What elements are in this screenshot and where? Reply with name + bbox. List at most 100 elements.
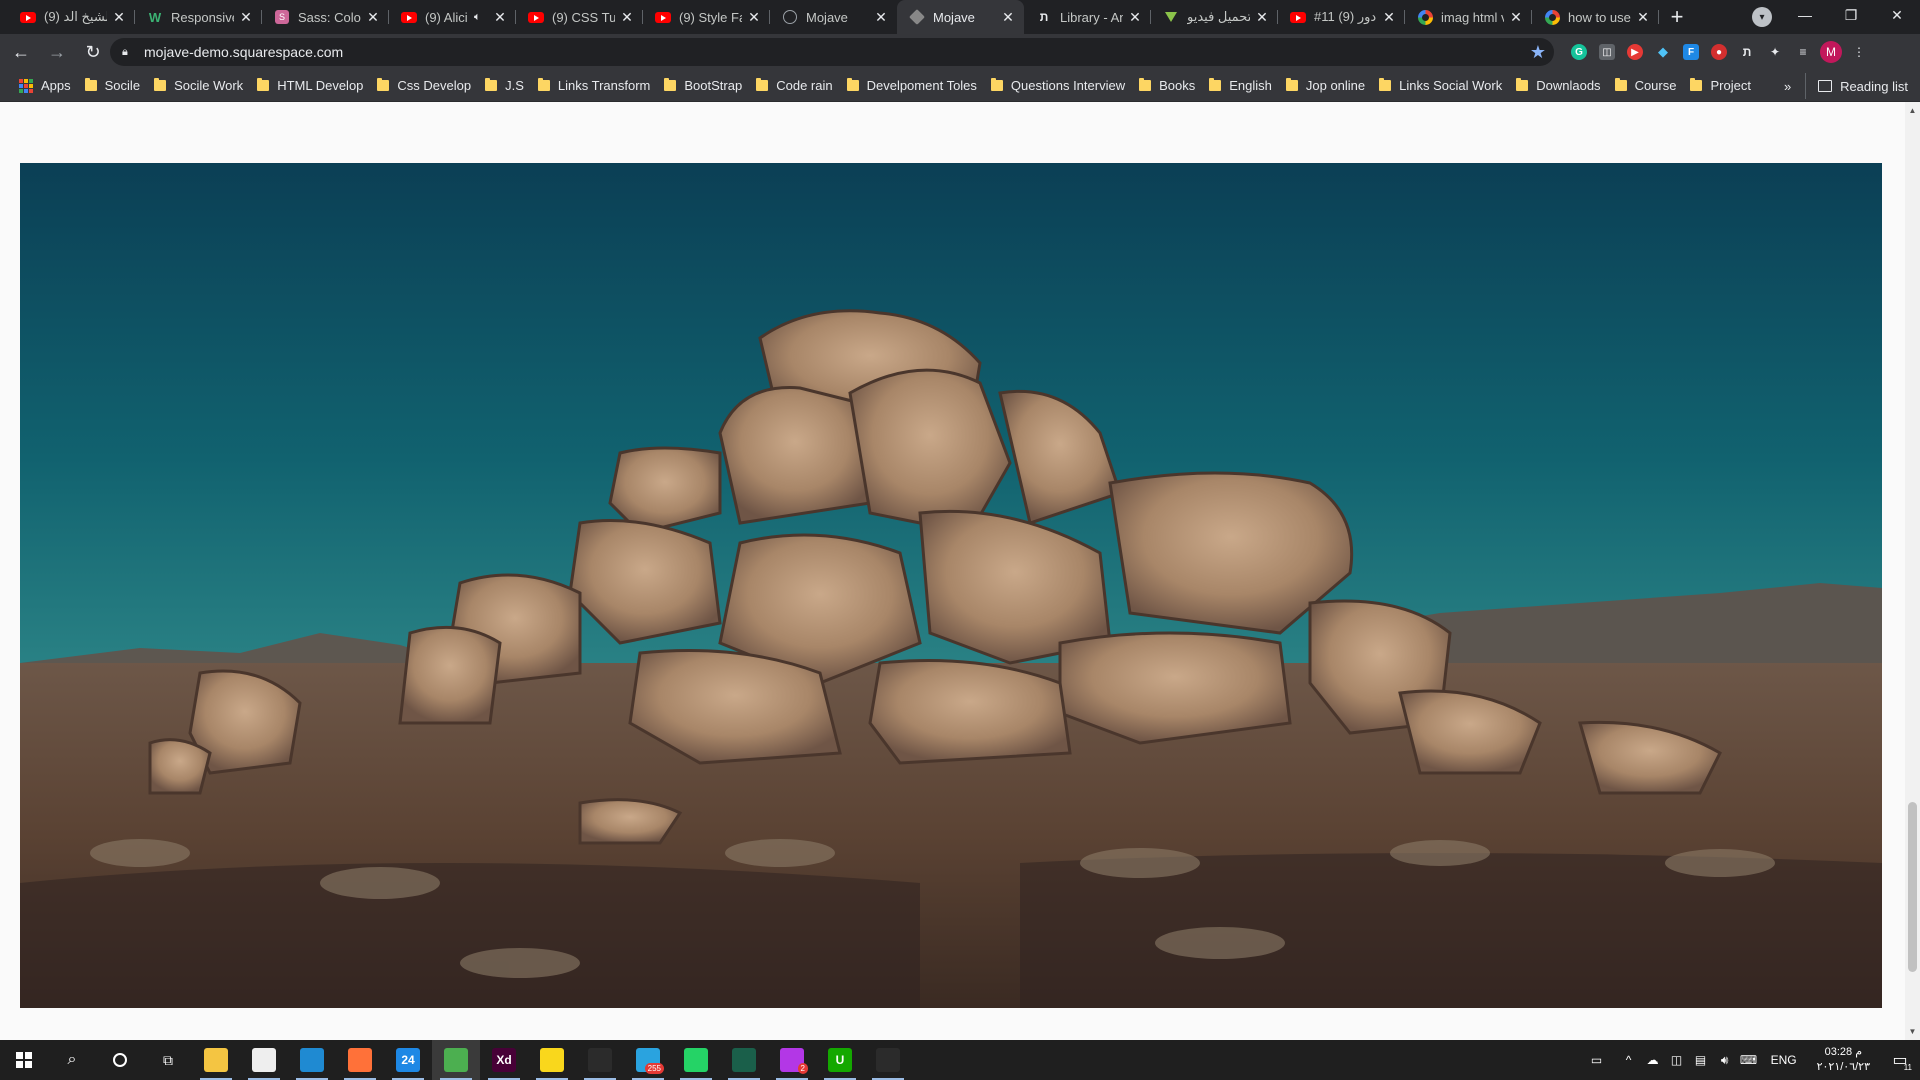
browser-tab[interactable]: S Sass: Colors✕ (262, 0, 389, 34)
tab-close-icon[interactable]: ✕ (1127, 9, 1143, 25)
browser-tab[interactable]: Mojave ✕ (770, 0, 897, 34)
taskbar-app-messenger[interactable]: 2 (768, 1040, 816, 1080)
bookmark-folder[interactable]: Socile Work (147, 73, 250, 99)
bookmark-folder[interactable]: Jop online (1279, 73, 1372, 99)
taskbar-app-file-explorer[interactable] (192, 1040, 240, 1080)
tab-close-icon[interactable]: ✕ (365, 9, 381, 25)
browser-tab[interactable]: (9) الشيخ الد ✕ (8, 0, 135, 34)
extension-diamond-icon[interactable]: ◆ (1652, 41, 1674, 63)
taskbar-app-vscode[interactable] (288, 1040, 336, 1080)
bookmark-folder[interactable]: HTML Develop (250, 73, 370, 99)
bookmark-folder[interactable]: Books (1132, 73, 1202, 99)
keyboard-layout-icon[interactable]: ▭ (1577, 1040, 1617, 1080)
tab-close-icon[interactable]: ✕ (238, 9, 254, 25)
back-button[interactable]: ← (6, 37, 36, 67)
browser-tab[interactable]: (9) Style Far✕ (643, 0, 770, 34)
notion-extension-icon[interactable]: ת (1736, 41, 1758, 63)
task-view-button[interactable]: ⧉ (144, 1040, 192, 1080)
volume-icon[interactable]: 🔊︎ (1713, 1040, 1737, 1080)
browser-tab[interactable]: (9) CSS Tuto✕ (516, 0, 643, 34)
bookmark-folder[interactable]: Css Develop (370, 73, 478, 99)
bookmark-folder[interactable]: Links Social Work (1372, 73, 1509, 99)
onedrive-icon[interactable]: ☁ (1641, 1040, 1665, 1080)
browser-tab[interactable]: #11 (9) دور ✕ (1278, 0, 1405, 34)
extension-play-icon[interactable]: ▶ (1624, 41, 1646, 63)
network-icon[interactable]: ▤ (1689, 1040, 1713, 1080)
taskbar-app-firefox[interactable] (336, 1040, 384, 1080)
page-scrollbar[interactable]: ▲ ▼ (1905, 102, 1920, 1040)
bookmark-folder[interactable]: J.S (478, 73, 531, 99)
tab-close-icon[interactable]: ✕ (492, 9, 508, 25)
show-hidden-icons-icon[interactable]: ^ (1617, 1040, 1641, 1080)
bookmark-folder[interactable]: Questions Interview (984, 73, 1132, 99)
taskbar-app-app-24[interactable]: 24 (384, 1040, 432, 1080)
touch-keyboard-icon[interactable]: ⌨ (1737, 1040, 1761, 1080)
bookmark-folder[interactable]: BootStrap (657, 73, 749, 99)
search-button[interactable]: ⌕ (48, 1040, 96, 1080)
bookmark-folder[interactable]: Develpoment Toles (840, 73, 984, 99)
meet-now-icon[interactable]: ◫ (1665, 1040, 1689, 1080)
extension-red-icon[interactable]: ● (1708, 41, 1730, 63)
start-button[interactable] (0, 1040, 48, 1080)
apps-shortcut[interactable]: Apps (12, 73, 78, 99)
chrome-menu-icon[interactable]: ⋮ (1848, 41, 1870, 63)
grammarly-icon[interactable]: G (1568, 41, 1590, 63)
language-indicator[interactable]: ENG (1761, 1053, 1807, 1067)
tab-close-icon[interactable]: ✕ (1000, 9, 1016, 25)
new-tab-button[interactable]: + (1663, 3, 1691, 31)
browser-tab[interactable]: (9) Alici 🔈︎ ✕ (389, 0, 516, 34)
bookmark-folder[interactable]: Links Transform (531, 73, 657, 99)
tab-close-icon[interactable]: ✕ (873, 9, 889, 25)
profile-avatar[interactable]: M (1820, 41, 1842, 63)
extension-cc-icon[interactable]: ◫ (1596, 41, 1618, 63)
browser-tab[interactable]: how to use ✕ (1532, 0, 1659, 34)
bookmark-folder[interactable]: Project (1683, 73, 1757, 99)
bookmarks-overflow-button[interactable]: » (1784, 73, 1791, 99)
tab-close-icon[interactable]: ✕ (619, 9, 635, 25)
taskbar-app-sticky-notes[interactable] (528, 1040, 576, 1080)
taskbar-app-app-shield[interactable] (720, 1040, 768, 1080)
bookmark-folder[interactable]: English (1202, 73, 1279, 99)
cortana-button[interactable] (96, 1040, 144, 1080)
tab-close-icon[interactable]: ✕ (1508, 9, 1524, 25)
page-viewport[interactable]: ▲ ▼ (0, 102, 1920, 1040)
bookmark-folder[interactable]: Course (1608, 73, 1684, 99)
tab-close-icon[interactable]: ✕ (1635, 9, 1651, 25)
taskbar-app-telegram[interactable]: 255 (624, 1040, 672, 1080)
media-control-icon[interactable]: ≡ (1792, 41, 1814, 63)
extension-fi-icon[interactable]: F (1680, 41, 1702, 63)
tab-audio-icon[interactable]: 🔈︎ (474, 11, 488, 24)
url-text[interactable]: mojave-demo.squarespace.com (144, 44, 343, 60)
bookmark-folder[interactable]: Socile (78, 73, 147, 99)
minimize-button[interactable]: — (1782, 0, 1828, 30)
bookmark-star-icon[interactable]: ★ (1530, 42, 1546, 63)
reading-list-button[interactable]: Reading list (1805, 73, 1908, 99)
browser-tab[interactable]: تحميل فيديو ✕ (1151, 0, 1278, 34)
tab-search-icon[interactable]: ▾ (1752, 7, 1772, 27)
tab-close-icon[interactable]: ✕ (1381, 9, 1397, 25)
taskbar-app-adobe-xd[interactable]: Xd (480, 1040, 528, 1080)
close-window-button[interactable]: ✕ (1874, 0, 1920, 30)
browser-tab[interactable]: imag html v ✕ (1405, 0, 1532, 34)
taskbar-app-upwork[interactable]: U (816, 1040, 864, 1080)
browser-tab[interactable]: Mojave ✕ (897, 0, 1024, 34)
lock-icon[interactable]: 🔒︎ (122, 46, 134, 58)
bookmark-folder[interactable]: Code rain (749, 73, 839, 99)
tab-close-icon[interactable]: ✕ (111, 9, 127, 25)
browser-tab[interactable]: W Responsive ✕ (135, 0, 262, 34)
reload-button[interactable]: ↻ (78, 37, 108, 67)
bookmark-folder[interactable]: Downlaods (1509, 73, 1607, 99)
forward-button[interactable]: → (42, 37, 72, 67)
taskbar-app-terminal[interactable] (576, 1040, 624, 1080)
taskbar-app-chrome[interactable] (432, 1040, 480, 1080)
restore-button[interactable]: ❐ (1828, 0, 1874, 30)
extensions-puzzle-icon[interactable]: ✦ (1764, 41, 1786, 63)
tab-close-icon[interactable]: ✕ (746, 9, 762, 25)
clock[interactable]: 03:28 م ٢٠٢١/٠٦/٢٣ (1807, 1045, 1880, 1075)
address-bar[interactable]: 🔒︎ mojave-demo.squarespace.com ★ (110, 38, 1554, 66)
scroll-down-arrow-icon[interactable]: ▼ (1908, 1027, 1917, 1036)
action-center-button[interactable]: ▭ 11 (1880, 1040, 1920, 1080)
tab-close-icon[interactable]: ✕ (1254, 9, 1270, 25)
taskbar-app-microsoft-store[interactable] (240, 1040, 288, 1080)
scrollbar-thumb[interactable] (1908, 802, 1917, 972)
